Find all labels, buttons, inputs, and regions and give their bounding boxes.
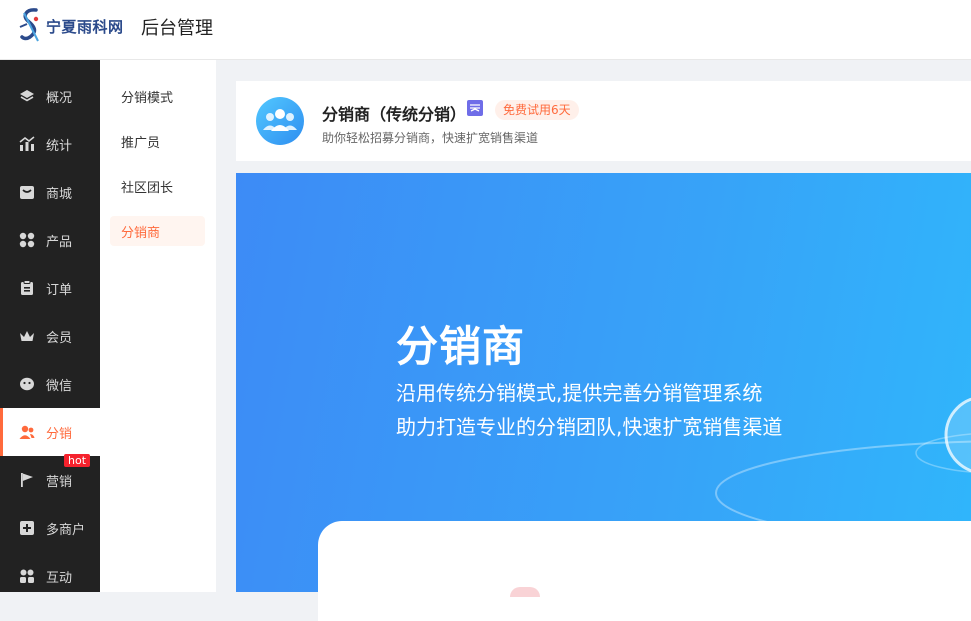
banner-title: 分销商 [396,322,526,371]
sidebar-item-stats[interactable]: 统计 [0,120,100,168]
clipboard-icon [21,280,33,295]
add-shop-icon [20,521,34,535]
sidebar-item-label: 统计 [46,139,73,154]
subnav-item-distributor[interactable]: 分销商 [110,216,205,246]
users-icon [19,425,35,439]
subnav-item-distribution-mode[interactable]: 分销模式 [110,81,205,111]
banner-line-1: 沿用传统分销模式,提供完善分销管理系统 [396,381,763,405]
sidebar-item-label: 营销 [46,475,73,490]
logo-icon [19,8,39,42]
top-bar: 宁夏雨科网 后台管理 [0,0,971,60]
logo[interactable]: 宁夏雨科网 [18,6,124,46]
sidebar-item-label: 微信 [46,379,73,394]
sub-navigation: 分销模式 推广员 社区团长 分销商 [100,60,216,592]
subnav-item-promoter[interactable]: 推广员 [110,126,205,156]
sidebar-item-label: 分销 [46,427,73,442]
app-title: 后台管理 [141,18,213,39]
shop-icon [20,186,34,199]
sidebar-item-interact[interactable]: 互动 [0,552,100,600]
sidebar-item-label: 商城 [46,187,73,202]
sidebar: 概况 统计 商城 产品 订单 会员 微信 分销 hot 营销 多商户 互动 [0,60,100,592]
sidebar-item-label: 互动 [46,571,73,586]
sidebar-item-label: 概况 [46,91,73,106]
vip-icon [467,100,483,116]
interact-icon [20,569,34,583]
sidebar-item-wechat[interactable]: 微信 [0,360,100,408]
sidebar-item-label: 产品 [46,235,73,250]
flag-icon [21,473,33,487]
sidebar-item-shop[interactable]: 商城 [0,168,100,216]
plugin-title: 分销商（传统分销） [322,105,467,124]
sidebar-item-marketing[interactable]: hot 营销 [0,454,100,504]
sidebar-item-multi-merchant[interactable]: 多商户 [0,504,100,552]
distributor-avatar-icon [256,97,304,145]
chart-icon [19,136,35,151]
crown-icon [20,331,34,341]
plugin-info-card: 分销商（传统分销） 免费试用6天 助你轻松招募分销商，快速扩宽销售渠道 [236,81,971,161]
sidebar-item-distribution[interactable]: 分销 [0,408,100,456]
layers-icon [20,90,34,102]
sidebar-item-label: 会员 [46,331,73,346]
sidebar-item-products[interactable]: 产品 [0,216,100,264]
subnav-item-community-leader[interactable]: 社区团长 [110,171,205,201]
trial-badge: 免费试用6天 [495,100,579,120]
grid-icon [19,232,35,248]
wechat-icon [20,377,34,391]
plugin-subtitle: 助你轻松招募分销商，快速扩宽销售渠道 [322,131,539,145]
sidebar-item-overview[interactable]: 概况 [0,72,100,120]
hot-badge: hot [64,454,91,467]
sidebar-item-label: 多商户 [46,523,86,538]
panel-decoration [510,587,540,597]
logo-text: 宁夏雨科网 [46,17,124,36]
content-panel [318,521,971,621]
sidebar-item-label: 订单 [46,283,73,298]
sidebar-item-orders[interactable]: 订单 [0,264,100,312]
banner-line-2: 助力打造专业的分销团队,快速扩宽销售渠道 [396,415,783,439]
sidebar-item-members[interactable]: 会员 [0,312,100,360]
